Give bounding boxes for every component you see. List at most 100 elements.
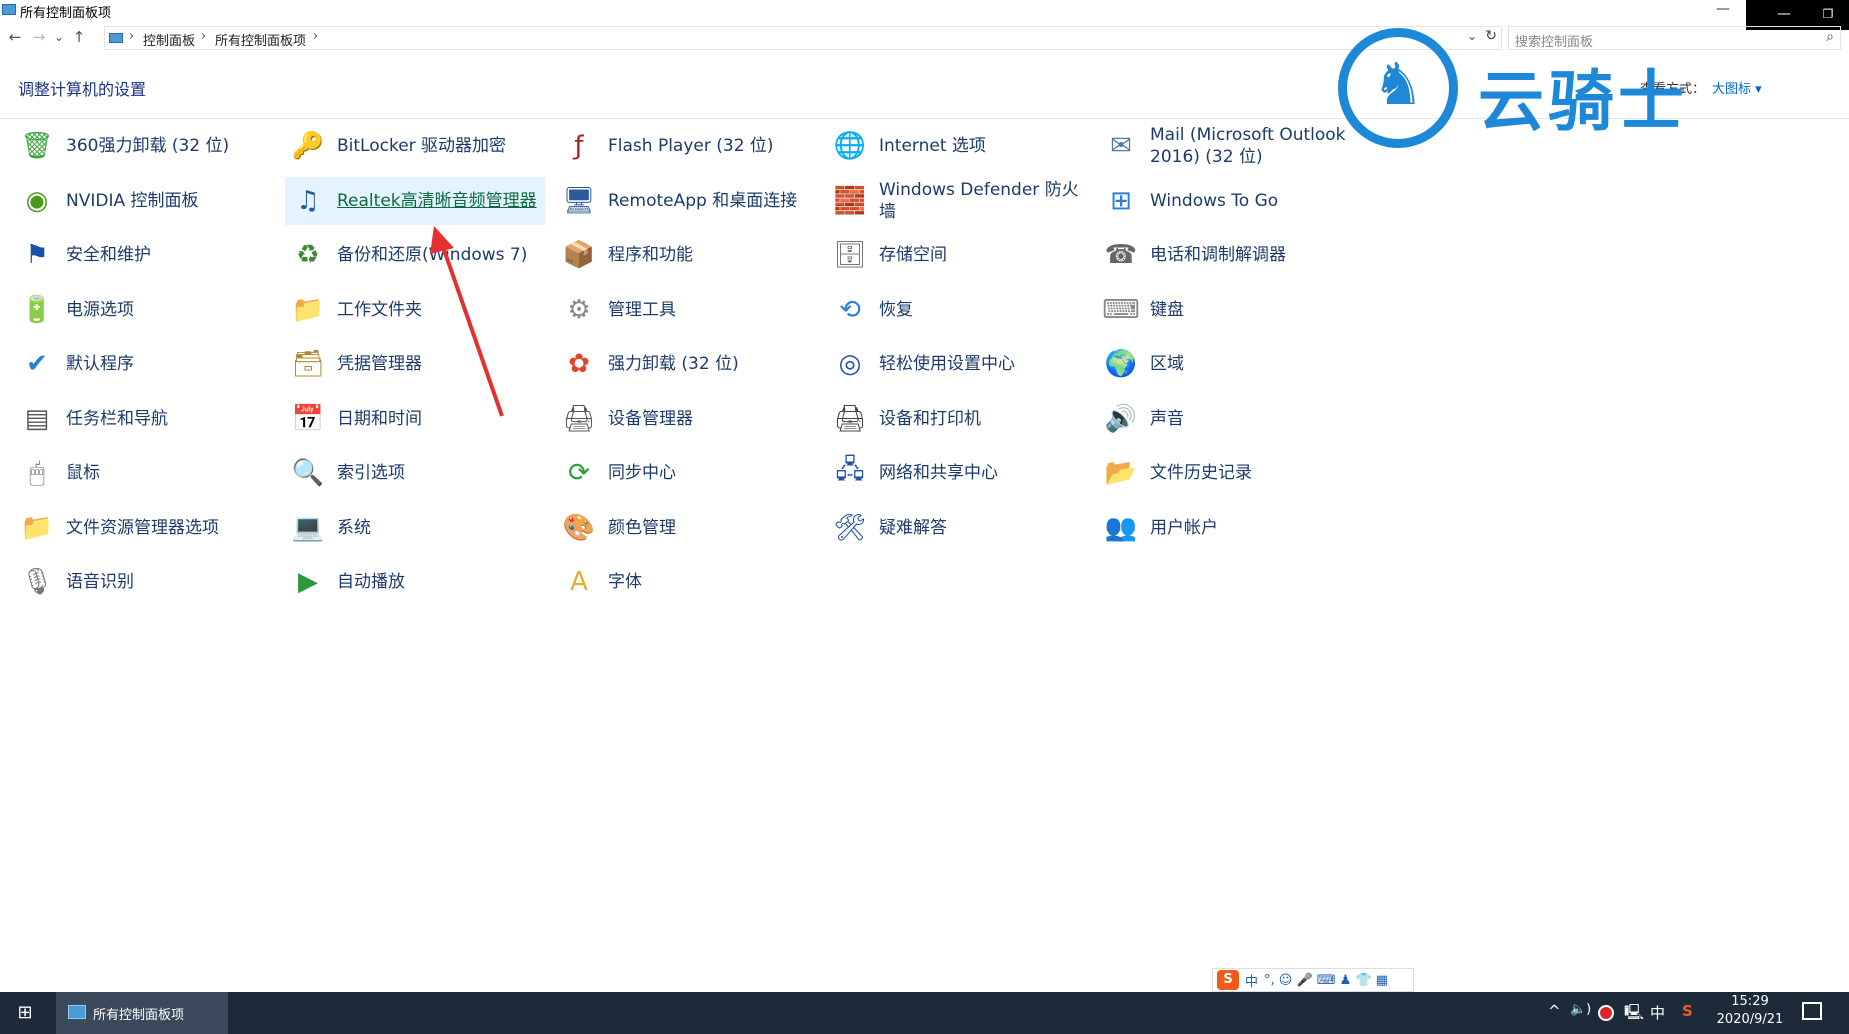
tray-chevron-icon[interactable]: ^: [1548, 1002, 1561, 1020]
control-panel-item[interactable]: 💻 系统: [285, 504, 545, 552]
control-panel-item[interactable]: ⌨ 键盘: [1098, 286, 1358, 334]
control-panel-item[interactable]: ✉ Mail (Microsoft Outlook 2016) (32 位): [1098, 122, 1358, 170]
control-panel-item[interactable]: ▤ 任务栏和导航: [14, 395, 274, 443]
clock-date[interactable]: 2020/9/21: [1710, 1012, 1790, 1027]
control-panel-item-label[interactable]: 文件历史记录: [1150, 462, 1252, 484]
control-panel-item-label[interactable]: Mail (Microsoft Outlook 2016) (32 位): [1150, 124, 1350, 168]
control-panel-item[interactable]: 📂 文件历史记录: [1098, 449, 1358, 497]
sogou-logo-icon[interactable]: S: [1217, 970, 1239, 990]
control-panel-item[interactable]: ⊞ Windows To Go: [1098, 177, 1358, 225]
control-panel-item[interactable]: ⟲ 恢复: [827, 286, 1087, 334]
control-panel-item-label[interactable]: 工作文件夹: [337, 299, 422, 321]
control-panel-item[interactable]: ☎ 电话和调制解调器: [1098, 231, 1358, 279]
control-panel-item[interactable]: ⚙ 管理工具: [556, 286, 816, 334]
control-panel-item-label[interactable]: 用户帐户: [1150, 517, 1218, 539]
control-panel-item[interactable]: ƒ Flash Player (32 位): [556, 122, 816, 170]
control-panel-item-label[interactable]: 鼠标: [66, 462, 100, 484]
breadcrumb-separator[interactable]: ›: [313, 29, 318, 44]
control-panel-item[interactable]: 🛠 疑难解答: [827, 504, 1087, 552]
control-panel-item-label[interactable]: 网络和共享中心: [879, 462, 998, 484]
control-panel-item-label[interactable]: 恢复: [879, 299, 913, 321]
control-panel-item[interactable]: 🖧 网络和共享中心: [827, 449, 1087, 497]
control-panel-item[interactable]: ⚑ 安全和维护: [14, 231, 274, 279]
minimize-button[interactable]: —: [1700, 0, 1746, 22]
network-icon[interactable]: 🖳: [1624, 1002, 1644, 1027]
control-panel-item-label[interactable]: 文件资源管理器选项: [66, 517, 219, 539]
back-button[interactable]: ←: [6, 28, 24, 46]
control-panel-item-label[interactable]: 颜色管理: [608, 517, 676, 539]
control-panel-item[interactable]: 🗄 存储空间: [827, 231, 1087, 279]
control-panel-item-label[interactable]: 同步中心: [608, 462, 676, 484]
control-panel-item[interactable]: 🎨 颜色管理: [556, 504, 816, 552]
input-language[interactable]: 中: [1650, 1002, 1665, 1023]
control-panel-item[interactable]: 🎙 语音识别: [14, 558, 274, 606]
control-panel-item-label[interactable]: 区域: [1150, 353, 1184, 375]
start-button[interactable]: ⊞: [0, 992, 50, 1034]
control-panel-item-label[interactable]: RemoteApp 和桌面连接: [608, 190, 797, 212]
control-panel-item-label[interactable]: 声音: [1150, 408, 1184, 430]
control-panel-item-label[interactable]: 管理工具: [608, 299, 676, 321]
breadcrumb-separator[interactable]: ›: [201, 29, 206, 44]
control-panel-item[interactable]: 🌐 Internet 选项: [827, 122, 1087, 170]
control-panel-item-label[interactable]: 轻松使用设置中心: [879, 353, 1015, 375]
control-panel-item-label[interactable]: 安全和维护: [66, 244, 151, 266]
control-panel-item-label[interactable]: 语音识别: [66, 571, 134, 593]
control-panel-item[interactable]: 📁 文件资源管理器选项: [14, 504, 274, 552]
control-panel-item[interactable]: A 字体: [556, 558, 816, 606]
control-panel-item[interactable]: ✿ 强力卸载 (32 位): [556, 340, 816, 388]
control-panel-item-label[interactable]: Internet 选项: [879, 135, 986, 157]
control-panel-item[interactable]: ✔ 默认程序: [14, 340, 274, 388]
control-panel-item[interactable]: 🌍 区域: [1098, 340, 1358, 388]
control-panel-item-label[interactable]: 疑难解答: [879, 517, 947, 539]
control-panel-item-label[interactable]: 凭据管理器: [337, 353, 422, 375]
taskbar-app-control-panel[interactable]: 所有控制面板项: [56, 992, 228, 1034]
control-panel-item-label[interactable]: 360强力卸载 (32 位): [66, 135, 229, 157]
control-panel-item-label[interactable]: 默认程序: [66, 353, 134, 375]
control-panel-item[interactable]: ◎ 轻松使用设置中心: [827, 340, 1087, 388]
control-panel-item[interactable]: ◉ NVIDIA 控制面板: [14, 177, 274, 225]
address-bar[interactable]: › 控制面板 › 所有控制面板项 › ⌄ ↻: [104, 26, 1502, 50]
control-panel-item-label[interactable]: 存储空间: [879, 244, 947, 266]
ime-tools[interactable]: °, ☺ 🎤 ⌨ ♟ 👕 ▦: [1264, 973, 1388, 988]
control-panel-item[interactable]: ▶ 自动播放: [285, 558, 545, 606]
control-panel-item[interactable]: 🔋 电源选项: [14, 286, 274, 334]
control-panel-item-label[interactable]: 日期和时间: [337, 408, 422, 430]
control-panel-item[interactable]: ♫ Realtek高清晰音频管理器: [285, 176, 545, 225]
recent-locations-button[interactable]: ⌄: [50, 28, 68, 46]
record-icon[interactable]: [1598, 1005, 1614, 1021]
control-panel-item-label[interactable]: 任务栏和导航: [66, 408, 168, 430]
control-panel-item-label[interactable]: 索引选项: [337, 462, 405, 484]
clock-time[interactable]: 15:29: [1720, 994, 1780, 1009]
control-panel-item[interactable]: ⟳ 同步中心: [556, 449, 816, 497]
control-panel-item[interactable]: 🖨 设备管理器: [556, 395, 816, 443]
notification-icon[interactable]: [1802, 1002, 1822, 1020]
control-panel-item-label[interactable]: 设备和打印机: [879, 408, 981, 430]
control-panel-item[interactable]: 🔑 BitLocker 驱动器加密: [285, 122, 545, 170]
volume-icon[interactable]: 🔈): [1570, 1002, 1591, 1017]
control-panel-item[interactable]: 🖥 RemoteApp 和桌面连接: [556, 177, 816, 225]
control-panel-item[interactable]: 🔍 索引选项: [285, 449, 545, 497]
control-panel-item[interactable]: 📦 程序和功能: [556, 231, 816, 279]
control-panel-item-label[interactable]: Windows Defender 防火墙: [879, 179, 1079, 223]
control-panel-item[interactable]: 🧱 Windows Defender 防火墙: [827, 177, 1087, 225]
control-panel-item-label[interactable]: 系统: [337, 517, 371, 539]
control-panel-item[interactable]: 🔊 声音: [1098, 395, 1358, 443]
control-panel-item[interactable]: 🖨 设备和打印机: [827, 395, 1087, 443]
control-panel-item-label[interactable]: 键盘: [1150, 299, 1184, 321]
control-panel-item-label[interactable]: 设备管理器: [608, 408, 693, 430]
ime-toolbar[interactable]: S 中 °, ☺ 🎤 ⌨ ♟ 👕 ▦: [1212, 968, 1414, 992]
control-panel-item-label[interactable]: Realtek高清晰音频管理器: [337, 190, 537, 212]
control-panel-item-label[interactable]: 自动播放: [337, 571, 405, 593]
control-panel-item[interactable]: 🗑 360强力卸载 (32 位): [14, 122, 274, 170]
breadcrumb-separator[interactable]: ›: [129, 29, 134, 44]
breadcrumb-all-items[interactable]: 所有控制面板项: [215, 30, 306, 49]
control-panel-item-label[interactable]: 电话和调制解调器: [1150, 244, 1286, 266]
control-panel-item[interactable]: 🖱 鼠标: [14, 449, 274, 497]
control-panel-item-label[interactable]: Flash Player (32 位): [608, 135, 808, 157]
sogou-tray-icon[interactable]: S: [1682, 1002, 1693, 1020]
control-panel-item-label[interactable]: 电源选项: [66, 299, 134, 321]
ime-mode[interactable]: 中: [1245, 971, 1258, 990]
forward-button[interactable]: →: [30, 28, 48, 46]
up-button[interactable]: ↑: [70, 28, 88, 46]
control-panel-item-label[interactable]: NVIDIA 控制面板: [66, 190, 199, 212]
